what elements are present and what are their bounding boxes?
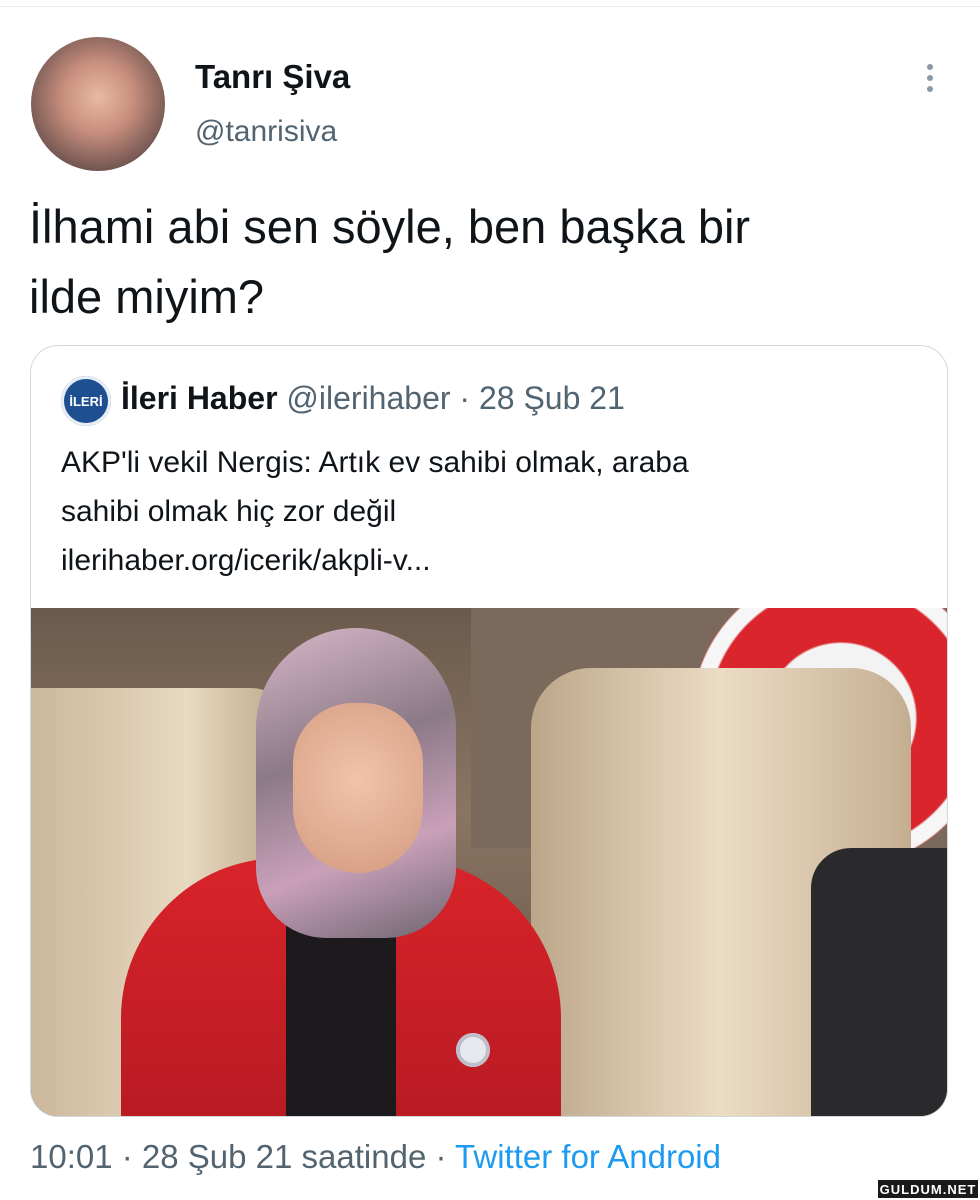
- quoted-header: İleri Haber @ilerihaber · 28 Şub 21: [121, 380, 625, 417]
- quoted-date: · 28 Şub 21: [450, 380, 625, 416]
- author-display-name[interactable]: Tanrı Şiva: [195, 58, 350, 96]
- quoted-media-image[interactable]: [31, 608, 947, 1116]
- tweet-timestamp[interactable]: 10:01 · 28 Şub 21 saatinde: [30, 1138, 426, 1175]
- site-watermark: GULDUM.NET: [878, 1180, 978, 1198]
- quoted-author-avatar: İLERİ: [61, 376, 111, 426]
- tweet-footer: 10:01 · 28 Şub 21 saatinde · Twitter for…: [30, 1138, 721, 1176]
- more-options-button[interactable]: [912, 58, 948, 98]
- quoted-tweet-card[interactable]: İLERİ İleri Haber @ilerihaber · 28 Şub 2…: [30, 345, 948, 1117]
- brooch: [456, 1033, 490, 1067]
- quoted-author-name: İleri Haber: [121, 380, 278, 416]
- more-vertical-icon: [927, 64, 933, 70]
- quoted-author-handle: @ilerihaber: [286, 380, 451, 416]
- tweet-source-link[interactable]: Twitter for Android: [455, 1138, 721, 1175]
- tweet-text: İlhami abi sen söyle, ben başka bir ilde…: [29, 200, 751, 323]
- quoted-text: AKP'li vekil Nergis: Artık ev sahibi olm…: [61, 446, 689, 577]
- author-avatar[interactable]: [31, 37, 165, 171]
- top-divider: [0, 6, 980, 7]
- footer-separator: ·: [426, 1138, 456, 1175]
- author-handle[interactable]: @tanrisiva: [195, 115, 337, 149]
